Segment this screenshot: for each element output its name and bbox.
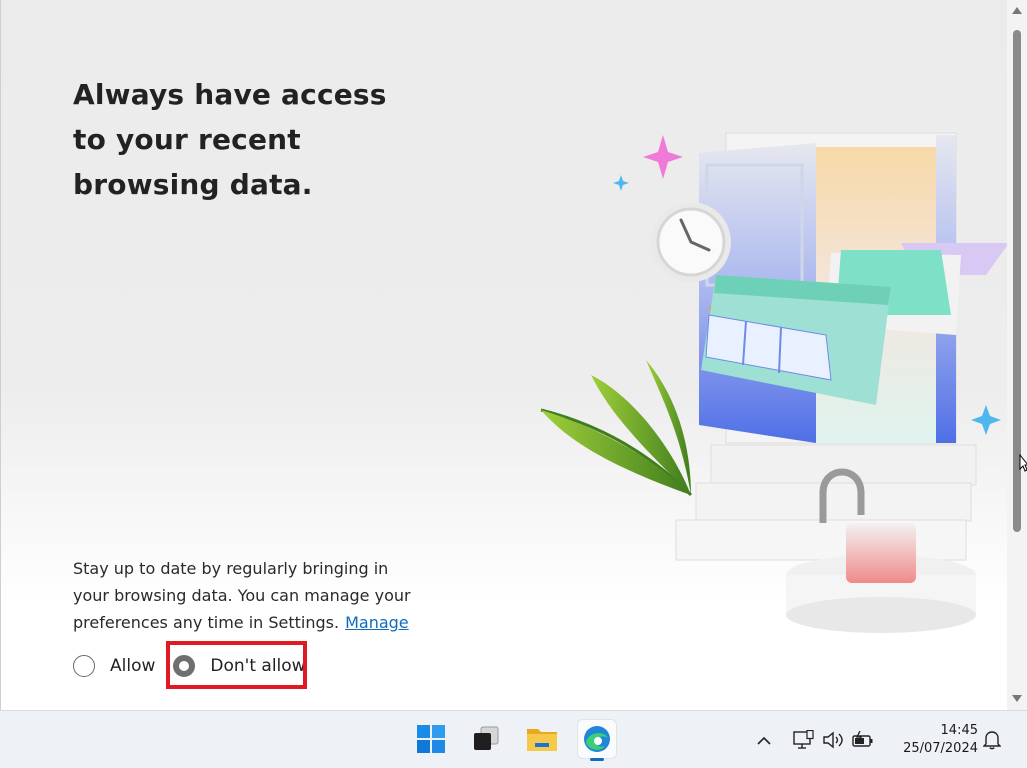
battery-icon [852,731,873,747]
vertical-scrollbar[interactable] [1007,0,1027,710]
description-text: Stay up to date by regularly bringing in… [73,555,418,636]
show-hidden-icons-button[interactable] [752,728,776,752]
clock-date: 25/07/2024 [903,741,978,756]
file-explorer-button[interactable] [522,719,562,759]
mouse-cursor-icon [1019,454,1027,472]
system-clock[interactable]: 14:45 25/07/2024 [888,722,978,758]
clock-time: 14:45 [940,723,978,738]
volume-icon [823,731,843,749]
task-view-button[interactable] [466,719,506,759]
volume-button[interactable] [821,728,845,752]
dont-allow-radio-option[interactable]: Don't allow [173,655,306,677]
dont-allow-radio-button[interactable] [173,655,196,677]
task-view-icon [474,726,499,750]
allow-radio-option[interactable]: Allow [73,655,155,677]
start-button[interactable] [411,719,451,759]
edge-browser-icon [584,726,610,752]
allow-radio-button[interactable] [73,655,95,677]
sync-preference-radio-group: Allow Don't allow [73,648,306,684]
network-icon [793,730,814,749]
taskbar: 14:45 25/07/2024 [0,710,1027,768]
dont-allow-radio-label: Don't allow [210,656,306,676]
page-title: Always have access to your recent browsi… [73,78,387,201]
edge-browser-button[interactable] [577,719,617,761]
chevron-up-icon [757,736,771,745]
battery-status-button[interactable] [851,728,875,752]
network-status-button[interactable] [791,728,815,752]
manage-link[interactable]: Manage [345,613,409,632]
windows-logo-icon [417,725,445,753]
notification-bell-icon [983,731,1001,750]
folder-icon [527,729,557,751]
active-app-indicator [590,758,604,761]
notifications-button[interactable] [980,728,1004,752]
browser-window: Always have access to your recent browsi… [0,0,1027,710]
illustration-image [540,132,1009,633]
allow-radio-label: Allow [110,656,156,676]
scroll-up-arrow-icon[interactable] [1012,7,1022,14]
scroll-down-arrow-icon[interactable] [1012,695,1022,702]
